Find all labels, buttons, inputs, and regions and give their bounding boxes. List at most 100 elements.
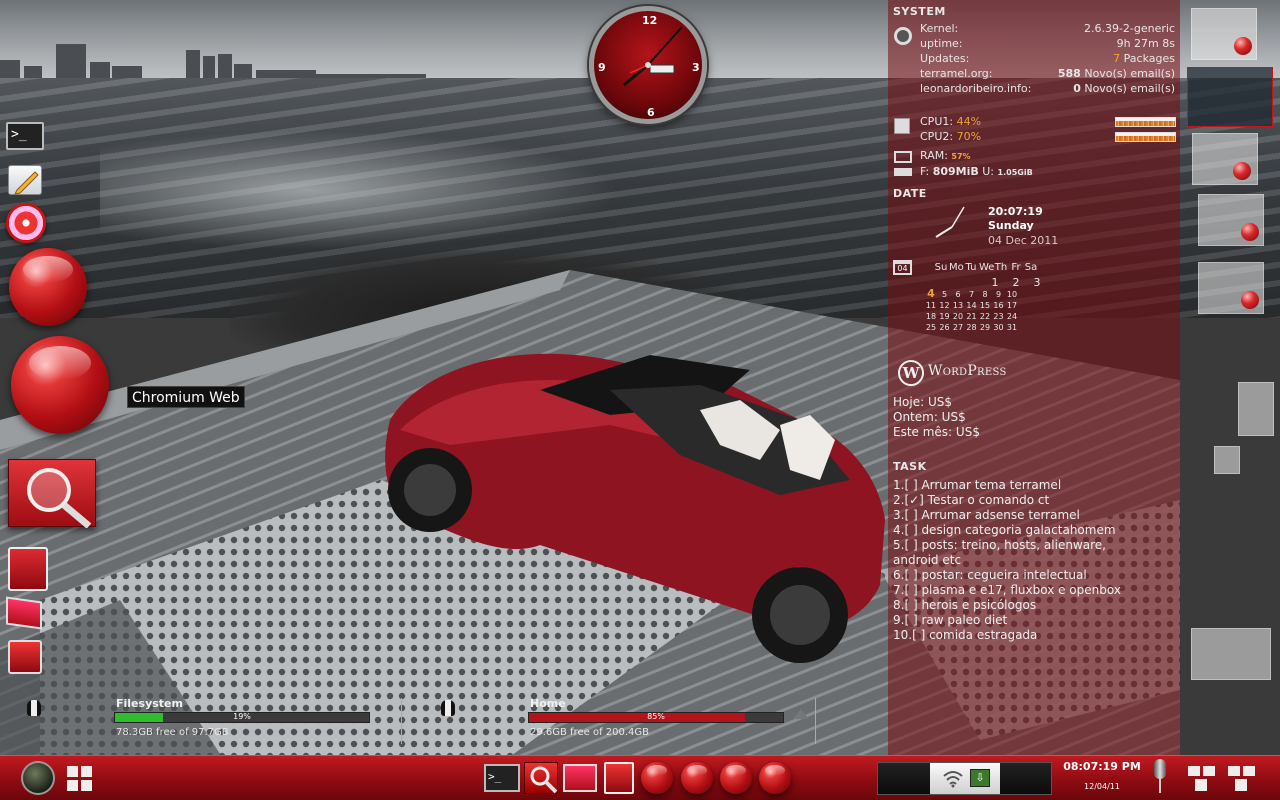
task-item: android etc [893,553,962,567]
microphone-icon[interactable] [1151,759,1169,797]
chromium-browser-icon[interactable] [11,336,109,434]
task-item: 5.[ ] posts: treino, hosts, alienware, [893,538,1106,552]
taskbar-browser-orb-2[interactable] [681,762,713,794]
calendar-weekday: Tu [965,262,977,273]
calendar-day: 24 [1006,312,1018,321]
start-menu-icon[interactable] [21,761,55,795]
taskbar-clock-date[interactable]: 12/04/11 [1061,782,1143,791]
mail1-label: terramel.org: [920,67,993,80]
search-icon[interactable] [8,459,96,529]
system-header: SYSTEM [893,5,946,18]
mail2-unit: Novo(s) email(s) [1080,82,1175,95]
taskbar-display-icon[interactable] [563,764,597,792]
file-cabinet-icon[interactable] [8,547,48,591]
uptime-label: uptime: [920,37,963,50]
system-icon [894,27,912,45]
calendar-day: 15 [979,301,991,310]
calendar-day: 1 [991,276,999,289]
calendar-day: 3 [1033,276,1041,289]
calendar-day: 23 [993,312,1004,321]
terminal-icon[interactable]: >_ [6,122,44,150]
task-item: 7.[ ] plasma e e17, fluxbox e openbox [893,583,1121,597]
taskbar-file-cabinet-icon[interactable] [604,762,634,794]
taskbar: >_ ⇩ 08:07:19 PM 12/04/11 [0,755,1280,800]
mail2-row: leonardoribeiro.info: 0 Novo(s) email(s) [920,82,1175,97]
disk-row: F: 809MiB U: 1.05GiB [920,165,1175,180]
workspace-thumb-5[interactable] [1198,262,1264,314]
workspace-1-orb-icon [1234,37,1252,55]
calendar-icon: 04 [893,260,912,275]
cpu1-text: CPU1: 44% [920,115,981,128]
disk-text: F: 809MiB U: 1.05GiB [920,165,1033,178]
workspace-thumb-6[interactable] [1238,382,1274,436]
calendar-weekday: Fr [1011,262,1021,273]
kernel-row: Kernel: 2.6.39-2-generic [920,22,1175,37]
home-free: 29.6GB free of 200.4GB [530,727,650,738]
window-layout-icon-2[interactable] [1228,766,1256,792]
taskbar-browser-orb-1[interactable] [641,762,673,794]
cpu2-value: 70% [956,130,982,143]
media-player-icon[interactable] [6,203,46,243]
date-header: DATE [893,187,927,200]
uptime-value: 9h 27m 8s [1116,37,1175,50]
workspace-thumb-2[interactable] [1187,67,1273,127]
text-editor-icon[interactable] [8,165,42,195]
task-item: 1.[ ] Arrumar tema terramel [893,478,1062,492]
update-notifier-icon[interactable]: ⇩ [970,769,990,787]
linux-tux-icon [27,700,41,716]
disk-icon [894,168,912,176]
calendar-day: 20 [952,312,964,321]
eject-icon[interactable] [793,709,809,719]
mail2-count: 0 [1073,82,1081,95]
taskbar-clock-time[interactable]: 08:07:19 PM [1061,760,1143,773]
widget-divider [401,698,402,744]
calendar-day: 21 [966,312,977,321]
taskbar-search-icon[interactable] [524,762,558,794]
ram-text: RAM: 57% [920,149,971,162]
calendar-day: 28 [966,323,977,332]
taskbar-browser-orb-3[interactable] [720,762,752,794]
settings-icon[interactable] [8,640,42,674]
task-item: 9.[ ] raw paleo diet [893,613,1008,627]
calendar-day: 7 [968,290,975,299]
show-desktop-icon[interactable] [66,765,94,793]
task-header: TASK [893,460,927,473]
taskbar-terminal-icon[interactable]: >_ [484,764,520,792]
workspace-thumb-8[interactable] [1191,628,1271,680]
home-bar: 85% [528,712,784,723]
calendar-day: 18 [925,312,937,321]
wifi-icon[interactable] [942,770,964,788]
calendar-day: 22 [979,312,991,321]
task-item: 2.[✓] Testar o comando ct [893,493,1050,507]
globe-browser-icon[interactable] [9,248,87,326]
calendar-weekday: Sa [1024,262,1038,273]
conky-panel: SYSTEM Kernel: 2.6.39-2-generic uptime: … [888,0,1180,755]
workspace-thumb-7[interactable] [1214,446,1240,474]
calendar-day: 26 [939,323,950,332]
analog-clock: 12 3 6 9 [589,6,707,124]
display-settings-icon[interactable] [6,596,42,630]
kernel-label: Kernel: [920,22,959,35]
workspace-thumb-4[interactable] [1198,194,1264,246]
filesystem-title: Filesystem [116,697,183,710]
mail2-value: 0 Novo(s) email(s) [1073,82,1175,95]
cpu2-graph [1115,132,1176,142]
workspace-5-orb-icon [1241,291,1259,309]
mail1-row: terramel.org: 588 Novo(s) email(s) [920,67,1175,82]
calendar-day: 5 [941,290,948,299]
window-layout-icon[interactable] [1188,766,1216,792]
calendar-day: 2 [1012,276,1020,289]
calendar-day: 12 [939,301,950,310]
taskbar-browser-orb-4[interactable] [759,762,791,794]
calendar-weekday: Th [994,262,1008,273]
mini-clock-icon [935,206,965,238]
calendar-weekday: Su [934,262,948,273]
wallpaper-red-convertible [385,353,885,663]
workspace-3-orb-icon [1233,162,1251,180]
workspace-thumb-1[interactable] [1191,8,1257,60]
ram-label: RAM: [920,149,948,162]
kernel-value: 2.6.39-2-generic [1083,22,1175,35]
wallpaper-city-skyline [0,44,426,82]
clock-hands [623,26,683,87]
workspace-thumb-3[interactable] [1192,133,1258,185]
